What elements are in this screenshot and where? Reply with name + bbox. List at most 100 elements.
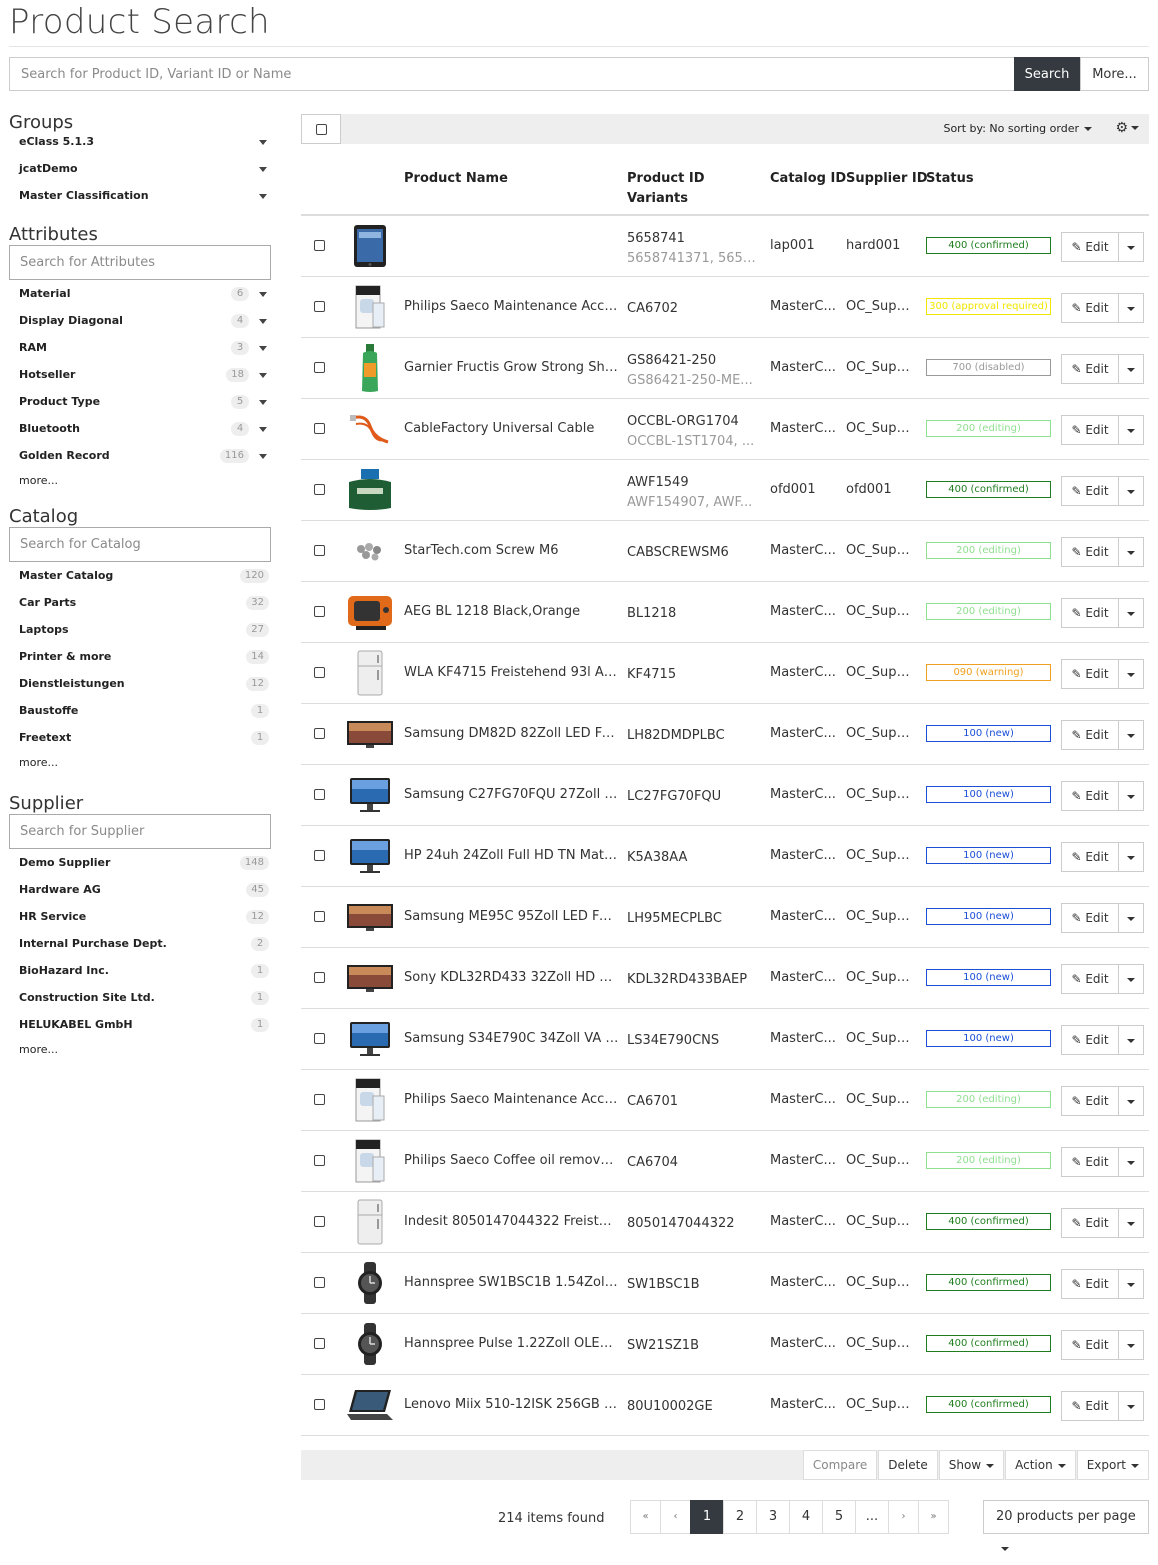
supplier-facet-item[interactable]: HR Service 12 [9, 903, 271, 930]
catalog-search-input[interactable] [9, 527, 271, 562]
bulk-export-button[interactable]: Export [1076, 1450, 1149, 1480]
row-actions-dropdown[interactable] [1118, 476, 1144, 506]
catalog-facet-item[interactable]: Baustoffe 1 [9, 697, 271, 724]
attributes-facet-item[interactable]: Material 6 [9, 280, 271, 307]
ink-thumb[interactable] [345, 466, 395, 514]
group-item[interactable]: eClass 5.1.3 [9, 128, 271, 155]
monitor-thumb[interactable] [345, 771, 395, 819]
screw-thumb[interactable] [345, 527, 395, 575]
edit-button[interactable]: ✎ Edit [1061, 842, 1119, 872]
catalog-facet-item[interactable]: Laptops 27 [9, 616, 271, 643]
edit-button[interactable]: ✎ Edit [1061, 720, 1119, 750]
row-checkbox[interactable] [314, 789, 325, 804]
chevron-down-icon[interactable] [259, 400, 267, 405]
row-actions-dropdown[interactable] [1118, 720, 1144, 750]
chevron-down-icon[interactable] [259, 167, 267, 172]
bottle-thumb[interactable] [345, 344, 395, 392]
product-name[interactable]: Philips Saeco Maintenance Acces... [404, 299, 619, 314]
next-page-button[interactable]: › [888, 1500, 919, 1534]
edit-button[interactable]: ✎ Edit [1061, 476, 1119, 506]
chevron-down-icon[interactable] [259, 427, 267, 432]
group-item[interactable]: Master Classification [9, 182, 271, 209]
col-supplier-id[interactable]: Supplier ID [846, 169, 928, 189]
monitor-thumb[interactable] [345, 1015, 395, 1063]
row-actions-dropdown[interactable] [1118, 1269, 1144, 1299]
edit-button[interactable]: ✎ Edit [1061, 1025, 1119, 1055]
table-row[interactable]: Hannspree Pulse 1.22Zoll OLED ... SW21SZ1… [301, 1314, 1149, 1375]
chevron-down-icon[interactable] [259, 454, 267, 459]
col-catalog-id[interactable]: Catalog ID [770, 169, 846, 189]
edit-button[interactable]: ✎ Edit [1061, 354, 1119, 384]
supplier-facet-item[interactable]: Construction Site Ltd. 1 [9, 984, 271, 1011]
bulk-delete-button[interactable]: Delete [878, 1450, 938, 1480]
product-name[interactable]: Hannspree SW1BSC1B 1.54Zoll ... [404, 1275, 619, 1290]
row-actions-dropdown[interactable] [1118, 842, 1144, 872]
table-row[interactable]: Samsung S34E790C 34Zoll VA S... LS34E790C… [301, 1009, 1149, 1070]
product-name[interactable]: Sony KDL32RD433 32Zoll HD S... [404, 970, 619, 985]
chevron-down-icon[interactable] [259, 194, 267, 199]
edit-button[interactable]: ✎ Edit [1061, 1086, 1119, 1116]
page-button[interactable]: 4 [789, 1500, 823, 1534]
row-checkbox[interactable] [314, 1155, 325, 1170]
product-name[interactable]: CableFactory Universal Cable [404, 421, 619, 436]
chevron-down-icon[interactable] [259, 373, 267, 378]
product-name[interactable]: StarTech.com Screw M6 [404, 543, 619, 558]
row-actions-dropdown[interactable] [1118, 537, 1144, 567]
table-row[interactable]: Samsung ME95C 95Zoll LED Full... LH95MECP… [301, 887, 1149, 948]
row-actions-dropdown[interactable] [1118, 964, 1144, 994]
fridge-thumb[interactable] [345, 1198, 395, 1246]
page-button[interactable]: 5 [822, 1500, 856, 1534]
col-product-name[interactable]: Product Name [404, 169, 508, 189]
row-actions-dropdown[interactable] [1118, 354, 1144, 384]
row-checkbox[interactable] [314, 728, 325, 743]
edit-button[interactable]: ✎ Edit [1061, 1330, 1119, 1360]
per-page-select[interactable]: 20 products per page [983, 1500, 1149, 1551]
page-button[interactable]: 1 [690, 1500, 724, 1534]
supplier-facet-item[interactable]: Demo Supplier 148 [9, 849, 271, 876]
catalog-facet-item[interactable]: Dienstleistungen 12 [9, 670, 271, 697]
edit-button[interactable]: ✎ Edit [1061, 1147, 1119, 1177]
attributes-facet-item[interactable]: Bluetooth 4 [9, 415, 271, 442]
edit-button[interactable]: ✎ Edit [1061, 598, 1119, 628]
supplier-more-link[interactable]: more... [9, 1038, 271, 1060]
laptop-thumb[interactable] [345, 1381, 395, 1429]
box-thumb[interactable] [345, 1137, 395, 1185]
row-actions-dropdown[interactable] [1118, 232, 1144, 262]
product-name[interactable]: Samsung ME95C 95Zoll LED Full... [404, 909, 619, 924]
row-actions-dropdown[interactable] [1118, 415, 1144, 445]
bulk-show-button[interactable]: Show [938, 1450, 1005, 1480]
page-button[interactable]: 2 [723, 1500, 757, 1534]
supplier-facet-item[interactable]: BioHazard Inc. 1 [9, 957, 271, 984]
table-row[interactable]: Lenovo Miix 510-12ISK 256GB S... 80U10002… [301, 1375, 1149, 1436]
edit-button[interactable]: ✎ Edit [1061, 537, 1119, 567]
bulk-action-button[interactable]: Action [1005, 1450, 1076, 1480]
edit-button[interactable]: ✎ Edit [1061, 903, 1119, 933]
table-row[interactable]: Indesit 8050147044322 Freiste... 80501470… [301, 1192, 1149, 1253]
edit-button[interactable]: ✎ Edit [1061, 415, 1119, 445]
product-name[interactable]: Samsung C27FG70FQU 27Zoll F... [404, 787, 619, 802]
last-page-button[interactable]: » [918, 1500, 949, 1534]
supplier-facet-item[interactable]: Hardware AG 45 [9, 876, 271, 903]
row-checkbox[interactable] [314, 1399, 325, 1414]
table-row[interactable]: HP 24uh 24Zoll Full HD TN Matt ... K5A38A… [301, 826, 1149, 887]
edit-button[interactable]: ✎ Edit [1061, 781, 1119, 811]
chevron-down-icon[interactable] [259, 319, 267, 324]
box-thumb[interactable] [345, 283, 395, 331]
chevron-down-icon[interactable] [259, 140, 267, 145]
edit-button[interactable]: ✎ Edit [1061, 659, 1119, 689]
product-name[interactable]: AEG BL 1218 Black,Orange [404, 604, 619, 619]
row-actions-dropdown[interactable] [1118, 293, 1144, 323]
catalog-facet-item[interactable]: Master Catalog 120 [9, 562, 271, 589]
catalog-facet-item[interactable]: Car Parts 32 [9, 589, 271, 616]
attributes-search-input[interactable] [9, 245, 271, 280]
row-checkbox[interactable] [314, 545, 325, 560]
row-checkbox[interactable] [314, 1094, 325, 1109]
attributes-facet-item[interactable]: Golden Record 116 [9, 442, 271, 469]
product-name[interactable]: Samsung DM82D 82Zoll LED Ful... [404, 726, 619, 741]
attributes-facet-item[interactable]: Product Type 5 [9, 388, 271, 415]
prev-page-button[interactable]: ‹ [660, 1500, 691, 1534]
tv-thumb[interactable] [345, 893, 395, 941]
tv-thumb[interactable] [345, 710, 395, 758]
page-button[interactable]: ... [855, 1500, 889, 1534]
row-actions-dropdown[interactable] [1118, 1025, 1144, 1055]
